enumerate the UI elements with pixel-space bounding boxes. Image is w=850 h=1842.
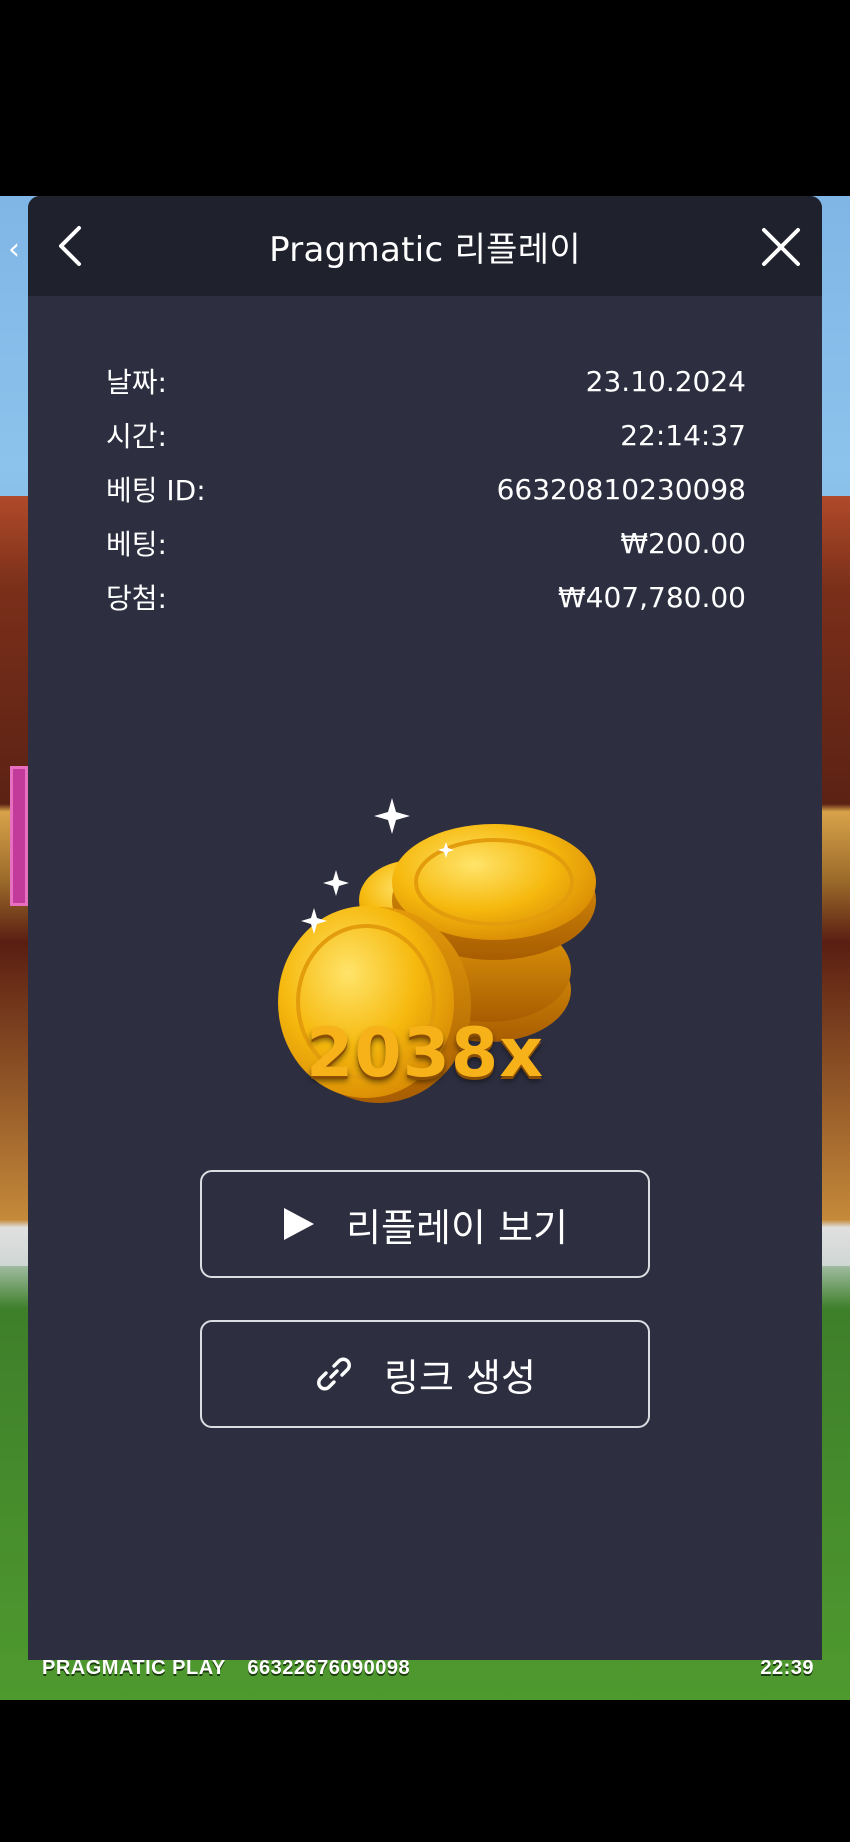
game-back-arrow-icon[interactable]: ‹: [8, 232, 20, 267]
detail-row-bet-id: 베팅 ID: 66320810230098: [106, 462, 746, 516]
replay-modal: Pragmatic 리플레이 날짜: 23.10.2024 시간: 22:14:…: [28, 196, 822, 1660]
time-label: 시간:: [106, 420, 167, 453]
date-value: 23.10.2024: [585, 364, 746, 398]
win-value: ₩407,780.00: [557, 580, 746, 614]
detail-row-win: 당첨: ₩407,780.00: [106, 570, 746, 624]
bet-value: ₩200.00: [620, 526, 746, 560]
bet-id-label: 베팅 ID:: [106, 474, 206, 507]
bet-label: 베팅:: [106, 528, 167, 561]
close-button[interactable]: [756, 222, 806, 272]
detail-row-time: 시간: 22:14:37: [106, 408, 746, 462]
detail-row-date: 날짜: 23.10.2024: [106, 354, 746, 408]
detail-row-bet: 베팅: ₩200.00: [106, 516, 746, 570]
close-icon: [762, 228, 800, 266]
play-icon: [282, 1206, 316, 1242]
win-multiplier: 2038x: [305, 1014, 545, 1093]
modal-header: Pragmatic 리플레이: [28, 196, 822, 296]
win-label: 당첨:: [106, 582, 167, 615]
time-value: 22:14:37: [620, 418, 746, 452]
bet-details: 날짜: 23.10.2024 시간: 22:14:37 베팅 ID: 66320…: [106, 354, 746, 624]
back-button[interactable]: [46, 222, 94, 270]
chevron-left-icon: [59, 226, 81, 266]
bet-id-value: 66320810230098: [496, 472, 746, 506]
create-link-label: 링크 생성: [384, 1355, 536, 1400]
watch-replay-label: 리플레이 보기: [346, 1205, 568, 1250]
game-symbol-tile: [10, 766, 28, 906]
watch-replay-button[interactable]: 리플레이 보기: [200, 1170, 650, 1278]
create-link-button[interactable]: 링크 생성: [200, 1320, 650, 1428]
link-icon: [314, 1354, 354, 1394]
gold-coins-icon: [278, 798, 596, 1103]
date-label: 날짜:: [106, 366, 167, 399]
modal-title: Pragmatic 리플레이: [269, 229, 581, 270]
